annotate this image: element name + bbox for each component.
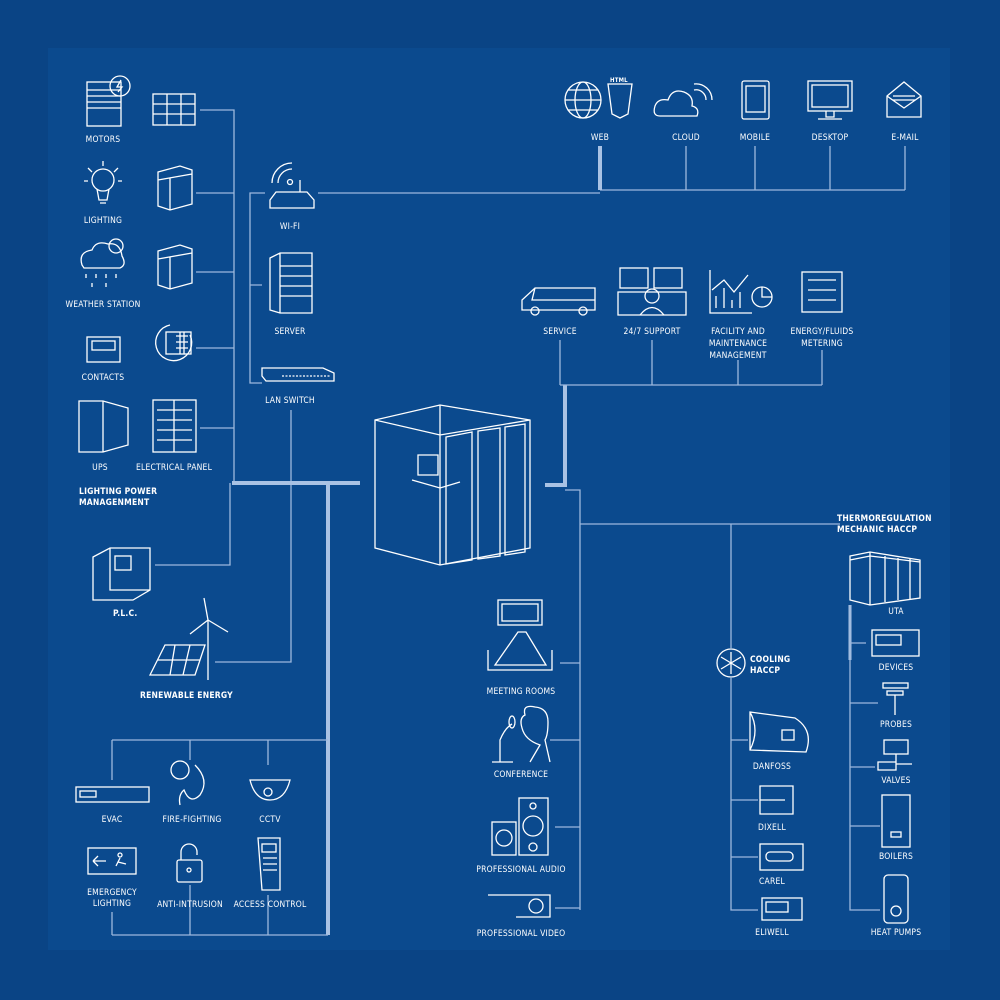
facility-label-line2: MAINTENANCE [709,339,767,349]
lighting-label: LIGHTING [84,216,122,226]
cooling-title-line2: HACCP [750,666,780,676]
weather-station-label: WEATHER STATION [65,300,140,310]
lighting-power-management-label-line1: LIGHTING POWER [79,487,157,497]
anti-intrusion-label: ANTI-INTRUSION [157,900,223,910]
email-label: E-MAIL [891,133,919,143]
energy-label-line2: METERING [801,339,843,349]
eliwell-label: ELIWELL [755,928,789,938]
cctv-label: CCTV [259,815,281,825]
lighting-power-management-label-line2: MANAGENMENT [79,498,150,508]
probes-label: PROBES [880,720,912,730]
thermoregulation-title-line2: MECHANIC HACCP [837,525,917,535]
professional-audio-label: PROFESSIONAL AUDIO [476,865,565,875]
server-label: SERVER [274,327,306,337]
cloud-label: CLOUD [672,133,700,143]
facility-label-line3: MANAGEMENT [709,351,766,361]
heat-pumps-label: HEAT PUMPS [871,928,922,938]
cooling-title-line1: COOLING [750,655,790,665]
danfoss-label: DANFOSS [753,762,791,772]
devices-label: DEVICES [879,663,914,673]
valves-label: VALVES [881,776,910,786]
motors-label: MOTORS [86,135,121,145]
desktop-label: DESKTOP [812,133,849,143]
renewable-energy-label: RENEWABLE ENERGY [140,691,233,701]
emergency-lighting-label-line1: EMERGENCY [87,888,137,898]
contacts-label: CONTACTS [82,373,125,383]
access-control-label: ACCESS CONTROL [234,900,307,910]
thermoregulation-title-line1: THERMOREGULATION [837,514,932,524]
dixell-label: DIXELL [758,823,786,833]
professional-video-label: PROFESSIONAL VIDEO [477,929,566,939]
ups-label: UPS [92,463,108,473]
meeting-rooms-label: MEETING ROOMS [487,687,556,697]
lan-switch-label: LAN SWITCH [265,396,315,406]
fire-fighting-label: FIRE-FIGHTING [162,815,221,825]
uta-label: UTA [888,607,904,617]
support-label: 24/7 SUPPORT [623,327,680,337]
boilers-label: BOILERS [879,852,913,862]
carel-label: CAREL [759,877,786,887]
evac-label: EVAC [102,815,123,825]
wifi-label: WI-FI [280,222,300,232]
service-label: SERVICE [543,327,577,337]
facility-label-line1: FACILITY AND [711,327,765,337]
energy-label-line1: ENERGY/FLUIDS [791,327,854,337]
mobile-label: MOBILE [740,133,770,143]
conference-label: CONFERENCE [494,770,548,780]
emergency-lighting-label-line2: LIGHTING [93,899,131,909]
html-badge: HTML [610,77,628,84]
building-automation-diagram: MOTORS LIGHTING WEATHER STATION CONTACTS… [0,0,1000,1000]
plc-label: P.L.C. [113,609,137,619]
electrical-panel-label: ELECTRICAL PANEL [136,463,213,473]
web-label: WEB [591,133,609,143]
